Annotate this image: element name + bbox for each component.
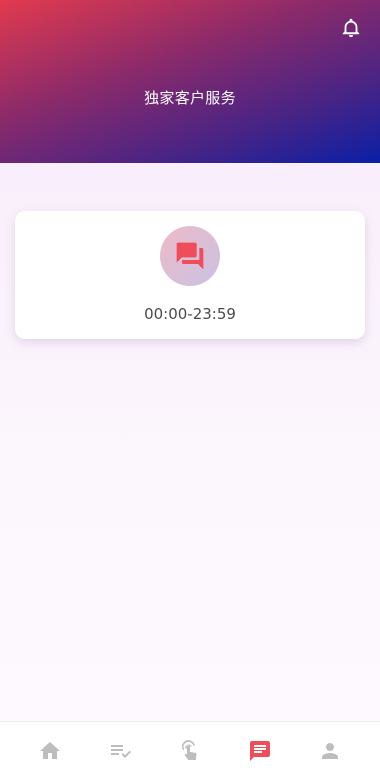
chat-icon-circle (160, 226, 220, 286)
tap-gesture-icon (181, 740, 197, 760)
home-icon (40, 742, 60, 759)
message-icon (250, 741, 270, 761)
customer-service-card[interactable]: 00:00-23:59 (15, 211, 365, 339)
tab-tap[interactable] (170, 722, 210, 780)
task-list-icon (111, 745, 131, 758)
tab-home[interactable] (30, 722, 70, 780)
tab-messages[interactable] (240, 722, 280, 780)
chat-bubbles-icon (176, 242, 204, 270)
bell-icon[interactable] (340, 16, 362, 40)
page-title: 独家客户服务 (144, 89, 236, 107)
bottom-tab-bar (0, 721, 380, 780)
service-hours: 00:00-23:59 (144, 305, 236, 323)
tab-profile[interactable] (310, 722, 350, 780)
header-banner: 独家客户服务 (0, 0, 380, 163)
person-icon (322, 743, 338, 759)
tab-tasks[interactable] (100, 722, 140, 780)
